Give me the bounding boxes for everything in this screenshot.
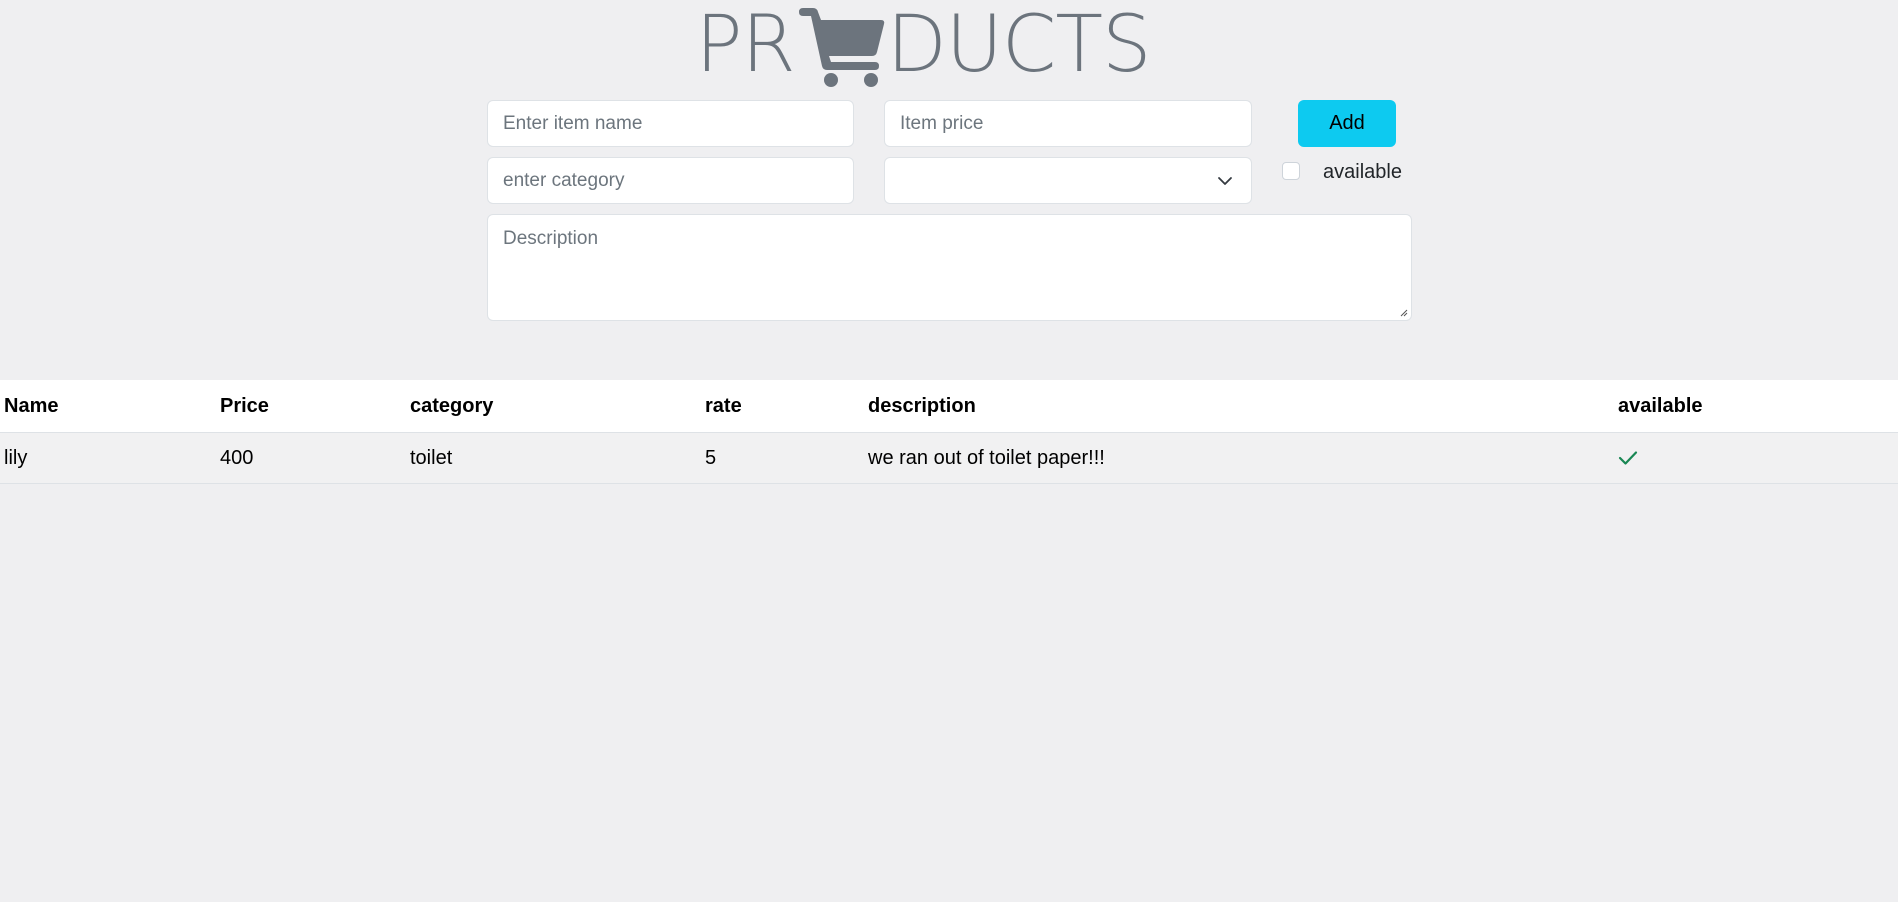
title-left: PR	[695, 0, 795, 90]
column-header-category: category	[410, 394, 494, 417]
description-placeholder: Description	[503, 228, 599, 249]
chevron-down-icon	[1218, 176, 1232, 185]
title-text: PR DUCTS	[695, 0, 1152, 90]
cell-name: lily	[4, 446, 28, 469]
title-right: DUCTS	[886, 0, 1152, 90]
column-header-description: description	[868, 394, 976, 417]
item-name-placeholder: Enter item name	[503, 112, 643, 134]
category-placeholder: enter category	[503, 169, 625, 191]
column-header-available: available	[1618, 394, 1703, 417]
cell-rate: 5	[705, 446, 717, 469]
cell-category: toilet	[410, 446, 453, 469]
table-header: Name Price category rate description ava…	[0, 380, 1898, 433]
check-icon	[1618, 451, 1638, 465]
page-title: PR DUCTS	[0, 0, 1898, 92]
table-row: lily 400 toilet 5 we ran out of toilet p…	[0, 433, 1898, 484]
add-button[interactable]: Add	[1298, 100, 1396, 147]
column-header-price: Price	[220, 394, 269, 417]
column-header-rate: rate	[705, 394, 742, 417]
resize-handle-icon[interactable]	[1399, 308, 1408, 317]
products-table: Name Price category rate description ava…	[0, 380, 1898, 484]
shopping-cart-icon	[798, 8, 884, 87]
available-checkbox[interactable]	[1282, 162, 1300, 180]
available-label: available	[1323, 161, 1402, 183]
cell-description: we ran out of toilet paper!!!	[868, 446, 1105, 469]
category-input[interactable]: enter category	[487, 157, 854, 204]
cell-price: 400	[220, 446, 254, 469]
item-price-placeholder: Item price	[900, 112, 984, 134]
column-header-name: Name	[4, 394, 59, 417]
cell-available	[1618, 433, 1638, 483]
item-price-input[interactable]: Item price	[884, 100, 1252, 147]
rate-select[interactable]	[884, 157, 1252, 204]
item-name-input[interactable]: Enter item name	[487, 100, 854, 147]
description-textarea[interactable]: Description	[487, 214, 1412, 321]
products-page: PR DUCTS Enter item name Item price Add …	[0, 0, 1898, 902]
